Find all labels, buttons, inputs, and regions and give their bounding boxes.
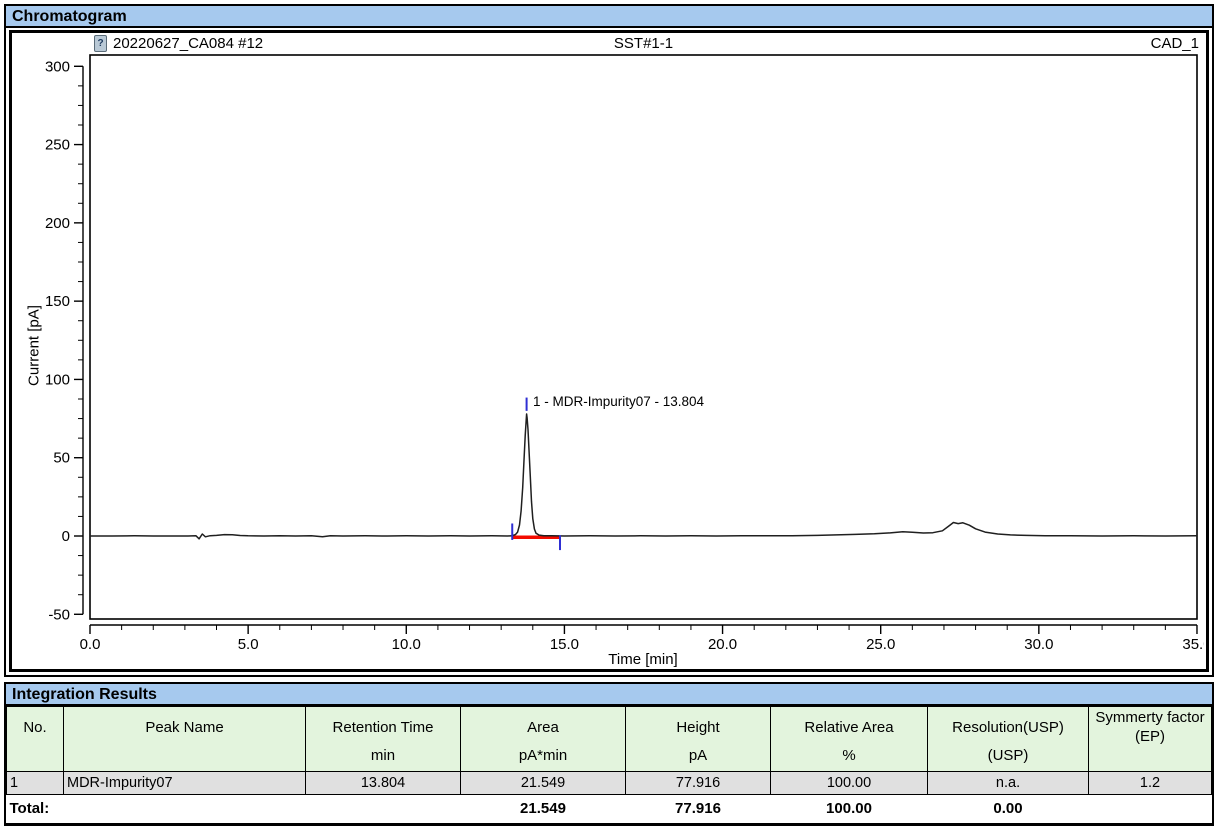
channel-name-label: CAD_1: [1151, 35, 1199, 52]
x-tick-label: 0.0: [80, 636, 101, 653]
y-tick-label: 200: [45, 215, 70, 232]
chromatogram-chart-area[interactable]: 300 250 200 150 100 50 0 -50 0.0 5.0 10.0 15.0 20.0 2…: [9, 30, 1209, 672]
cell-no: 1: [7, 772, 64, 795]
col-no: No.: [7, 707, 64, 772]
y-tick-label: -50: [48, 606, 70, 623]
integration-results-title-text: Integration Results: [12, 686, 157, 703]
table-total-row: Total: 21.549 77.916 100.00 0.00: [7, 795, 1212, 823]
table-row[interactable]: 1 MDR-Impurity07 13.804 21.549 77.916 10…: [7, 772, 1212, 795]
col-retention-time: Retention Timemin: [306, 707, 461, 772]
total-relative-area: 100.00: [771, 795, 928, 823]
total-resolution: 0.00: [928, 795, 1089, 823]
cell-symmetry: 1.2: [1089, 772, 1212, 795]
table-header-row: No. Peak Name Retention Timemin AreapA*m…: [7, 707, 1212, 772]
integration-results-panel: Integration Results No. Peak Name Retent…: [4, 682, 1214, 826]
y-tick-label: 250: [45, 137, 70, 154]
cell-peak-name: MDR-Impurity07: [64, 772, 306, 795]
chromatogram-title-text: Chromatogram: [12, 8, 127, 25]
y-tick-label: 100: [45, 371, 70, 388]
cell-relative-area: 100.00: [771, 772, 928, 795]
y-tick-label: 0: [62, 528, 70, 545]
chromatogram-trace: [90, 414, 1197, 539]
cell-retention-time: 13.804: [306, 772, 461, 795]
col-symmetry-factor: Symmerty factor (EP): [1089, 707, 1212, 772]
x-tick-label: 20.0: [708, 636, 737, 653]
y-tick-label: 50: [53, 450, 70, 467]
x-axis: 0.0 5.0 10.0 15.0 20.0 25.0 30.0 35.0: [80, 625, 1204, 653]
sample-name-label: SST#1-1: [90, 35, 1197, 52]
x-tick-label: 10.0: [392, 636, 421, 653]
cell-resolution: n.a.: [928, 772, 1089, 795]
integration-results-title: Integration Results: [6, 684, 1212, 706]
report-page: Chromatogram 300 250 200 150 100 50 0 -50 0.0 5.0…: [0, 0, 1218, 830]
chromatogram-panel-title: Chromatogram: [6, 6, 1212, 28]
x-tick-label: 30.0: [1024, 636, 1053, 653]
cell-area: 21.549: [461, 772, 626, 795]
col-resolution: Resolution(USP)(USP): [928, 707, 1089, 772]
y-axis-title: Current [pA]: [26, 305, 43, 386]
cell-height: 77.916: [626, 772, 771, 795]
x-axis-title: Time [min]: [608, 651, 677, 668]
chromatogram-panel: Chromatogram 300 250 200 150 100 50 0 -50 0.0 5.0…: [4, 4, 1214, 677]
peak-annotation: 1 - MDR-Impurity07 - 13.804: [533, 394, 704, 409]
y-tick-label: 300: [45, 58, 70, 75]
x-tick-label: 35.0: [1182, 636, 1204, 653]
y-tick-label: 150: [45, 293, 70, 310]
x-tick-label: 5.0: [238, 636, 259, 653]
total-label: Total:: [7, 795, 461, 823]
x-tick-label: 15.0: [550, 636, 579, 653]
plot-frame: [90, 55, 1197, 619]
total-symmetry: [1089, 795, 1212, 823]
x-tick-label: 25.0: [866, 636, 895, 653]
y-axis: 300 250 200 150 100 50 0 -50: [45, 58, 83, 623]
integration-results-table: No. Peak Name Retention Timemin AreapA*m…: [6, 706, 1212, 823]
total-area: 21.549: [461, 795, 626, 823]
chromatogram-plot[interactable]: 300 250 200 150 100 50 0 -50 0.0 5.0 10.0 15.0 20.0 2…: [12, 33, 1204, 669]
col-height: HeightpA: [626, 707, 771, 772]
total-height: 77.916: [626, 795, 771, 823]
col-area: AreapA*min: [461, 707, 626, 772]
col-relative-area: Relative Area%: [771, 707, 928, 772]
col-peak-name: Peak Name: [64, 707, 306, 772]
